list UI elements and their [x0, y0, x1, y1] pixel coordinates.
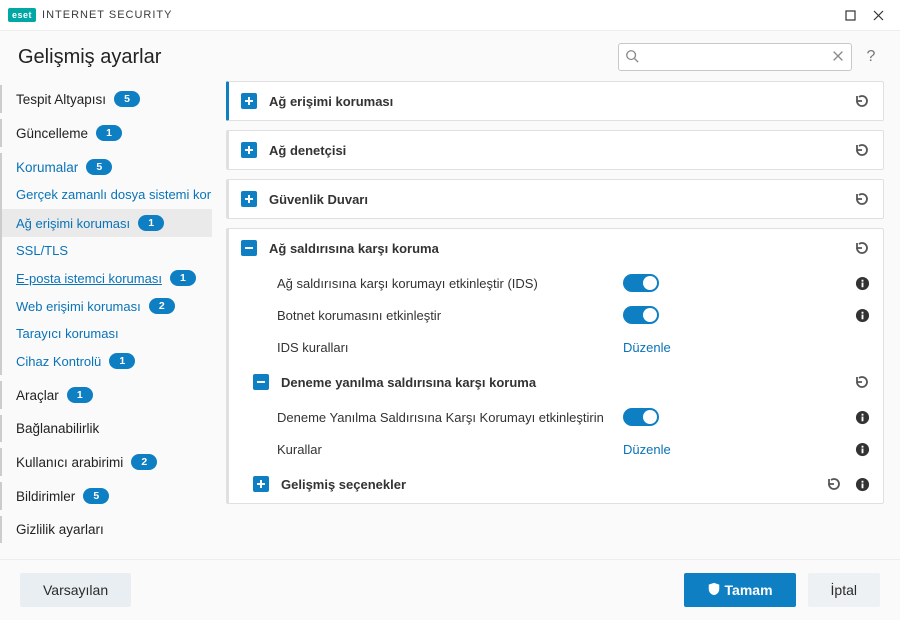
search-input[interactable] — [643, 49, 827, 66]
sidebar-sub-realtime[interactable]: Gerçek zamanlı dosya sistemi koruması — [0, 181, 212, 209]
panel-title: Güvenlik Duvarı — [269, 192, 368, 207]
main-content: Ağ erişimi koruması Ağ denetçisi — [212, 81, 900, 559]
badge: 1 — [138, 215, 164, 231]
row-bruteforce-rules: Kurallar Düzenle — [229, 433, 883, 465]
brand-badge: eset — [8, 8, 36, 22]
row-ids-rules: IDS kuralları Düzenle — [229, 331, 883, 363]
panel-title: Gelişmiş seçenekler — [281, 477, 406, 492]
badge: 1 — [109, 353, 135, 369]
revert-icon[interactable] — [853, 92, 871, 110]
badge: 2 — [131, 454, 157, 470]
sidebar-item-connectivity[interactable]: Bağlanabilirlik — [0, 415, 212, 442]
sidebar-item-detection[interactable]: Tespit Altyapısı 5 — [0, 85, 212, 113]
panel-header[interactable]: Güvenlik Duvarı — [229, 180, 883, 218]
badge: 5 — [86, 159, 112, 175]
toggle-botnet[interactable] — [623, 306, 659, 324]
search-icon — [625, 49, 639, 66]
app-title: INTERNET SECURITY — [42, 9, 172, 21]
info-icon[interactable] — [853, 274, 871, 292]
sidebar: Tespit Altyapısı 5 Güncelleme 1 Korumala… — [0, 81, 212, 559]
badge: 1 — [67, 387, 93, 403]
close-button[interactable] — [864, 3, 892, 27]
info-icon[interactable] — [853, 306, 871, 324]
revert-icon[interactable] — [853, 373, 871, 391]
sidebar-item-update[interactable]: Güncelleme 1 — [0, 119, 212, 147]
edit-link[interactable]: Düzenle — [623, 442, 671, 457]
panel-title: Ağ denetçisi — [269, 143, 346, 158]
sidebar-item-notifications[interactable]: Bildirimler 5 — [0, 482, 212, 510]
expand-icon — [241, 93, 257, 109]
page-title: Gelişmiş ayarlar — [18, 46, 161, 69]
clear-icon[interactable] — [831, 49, 845, 66]
panel-header[interactable]: Ağ denetçisi — [229, 131, 883, 169]
help-button[interactable]: ? — [860, 48, 882, 66]
sidebar-item-protections[interactable]: Korumalar 5 — [0, 153, 212, 181]
sidebar-sub-device[interactable]: Cihaz Kontrolü 1 — [0, 347, 212, 375]
revert-icon[interactable] — [853, 141, 871, 159]
page-header: Gelişmiş ayarlar ? — [0, 31, 900, 81]
subpanel-advanced[interactable]: Gelişmiş seçenekler — [229, 465, 883, 503]
sidebar-item-privacy[interactable]: Gizlilik ayarları — [0, 516, 212, 543]
revert-icon[interactable] — [853, 239, 871, 257]
sidebar-sub-web[interactable]: Web erişimi koruması 2 — [0, 292, 212, 320]
sidebar-item-tools[interactable]: Araçlar 1 — [0, 381, 212, 409]
panel-network-inspector: Ağ denetçisi — [226, 130, 884, 170]
row-enable-botnet: Botnet korumasını etkinleştir — [229, 299, 883, 331]
sidebar-sub-email[interactable]: E-posta istemci koruması 1 — [0, 264, 212, 292]
app-window: eset INTERNET SECURITY Gelişmiş ayarlar … — [0, 0, 900, 620]
collapse-icon — [253, 374, 269, 390]
row-enable-ids: Ağ saldırısına karşı korumayı etkinleşti… — [229, 267, 883, 299]
toggle-bruteforce[interactable] — [623, 408, 659, 426]
sidebar-sub-network-access[interactable]: Ağ erişimi koruması 1 — [0, 209, 212, 237]
titlebar: eset INTERNET SECURITY — [0, 0, 900, 31]
sidebar-item-ui[interactable]: Kullanıcı arabirimi 2 — [0, 448, 212, 476]
panel-title: Ağ erişimi koruması — [269, 94, 393, 109]
cancel-button[interactable]: İptal — [808, 573, 880, 607]
default-button[interactable]: Varsayılan — [20, 573, 131, 607]
panel-title: Ağ saldırısına karşı koruma — [269, 241, 439, 256]
panel-network-attack: Ağ saldırısına karşı koruma Ağ saldırısı… — [226, 228, 884, 504]
search-box[interactable] — [618, 43, 852, 71]
expand-icon — [253, 476, 269, 492]
panel-firewall: Güvenlik Duvarı — [226, 179, 884, 219]
badge: 5 — [83, 488, 109, 504]
revert-icon[interactable] — [853, 190, 871, 208]
sidebar-sub-ssl[interactable]: SSL/TLS — [0, 237, 212, 264]
edit-link[interactable]: Düzenle — [623, 340, 671, 355]
panel-network-access: Ağ erişimi koruması — [226, 81, 884, 121]
sidebar-sub-browser[interactable]: Tarayıcı koruması — [0, 320, 212, 347]
panel-title: Deneme yanılma saldırısına karşı koruma — [281, 375, 536, 390]
revert-icon[interactable] — [825, 475, 843, 493]
shield-icon — [707, 582, 725, 599]
collapse-icon — [241, 240, 257, 256]
info-icon[interactable] — [853, 408, 871, 426]
toggle-ids[interactable] — [623, 274, 659, 292]
badge: 2 — [149, 298, 175, 314]
maximize-button[interactable] — [836, 3, 864, 27]
info-icon[interactable] — [853, 475, 871, 493]
row-enable-bruteforce: Deneme Yanılma Saldırısına Karşı Korumay… — [229, 401, 883, 433]
expand-icon — [241, 191, 257, 207]
panel-header[interactable]: Ağ erişimi koruması — [229, 82, 883, 120]
subpanel-bruteforce[interactable]: Deneme yanılma saldırısına karşı koruma — [229, 363, 883, 401]
badge: 1 — [170, 270, 196, 286]
info-icon[interactable] — [853, 440, 871, 458]
footer: Varsayılan Tamam İptal — [0, 559, 900, 620]
expand-icon — [241, 142, 257, 158]
panel-header[interactable]: Ağ saldırısına karşı koruma — [229, 229, 883, 267]
ok-button[interactable]: Tamam — [684, 573, 796, 607]
badge: 1 — [96, 125, 122, 141]
badge: 5 — [114, 91, 140, 107]
